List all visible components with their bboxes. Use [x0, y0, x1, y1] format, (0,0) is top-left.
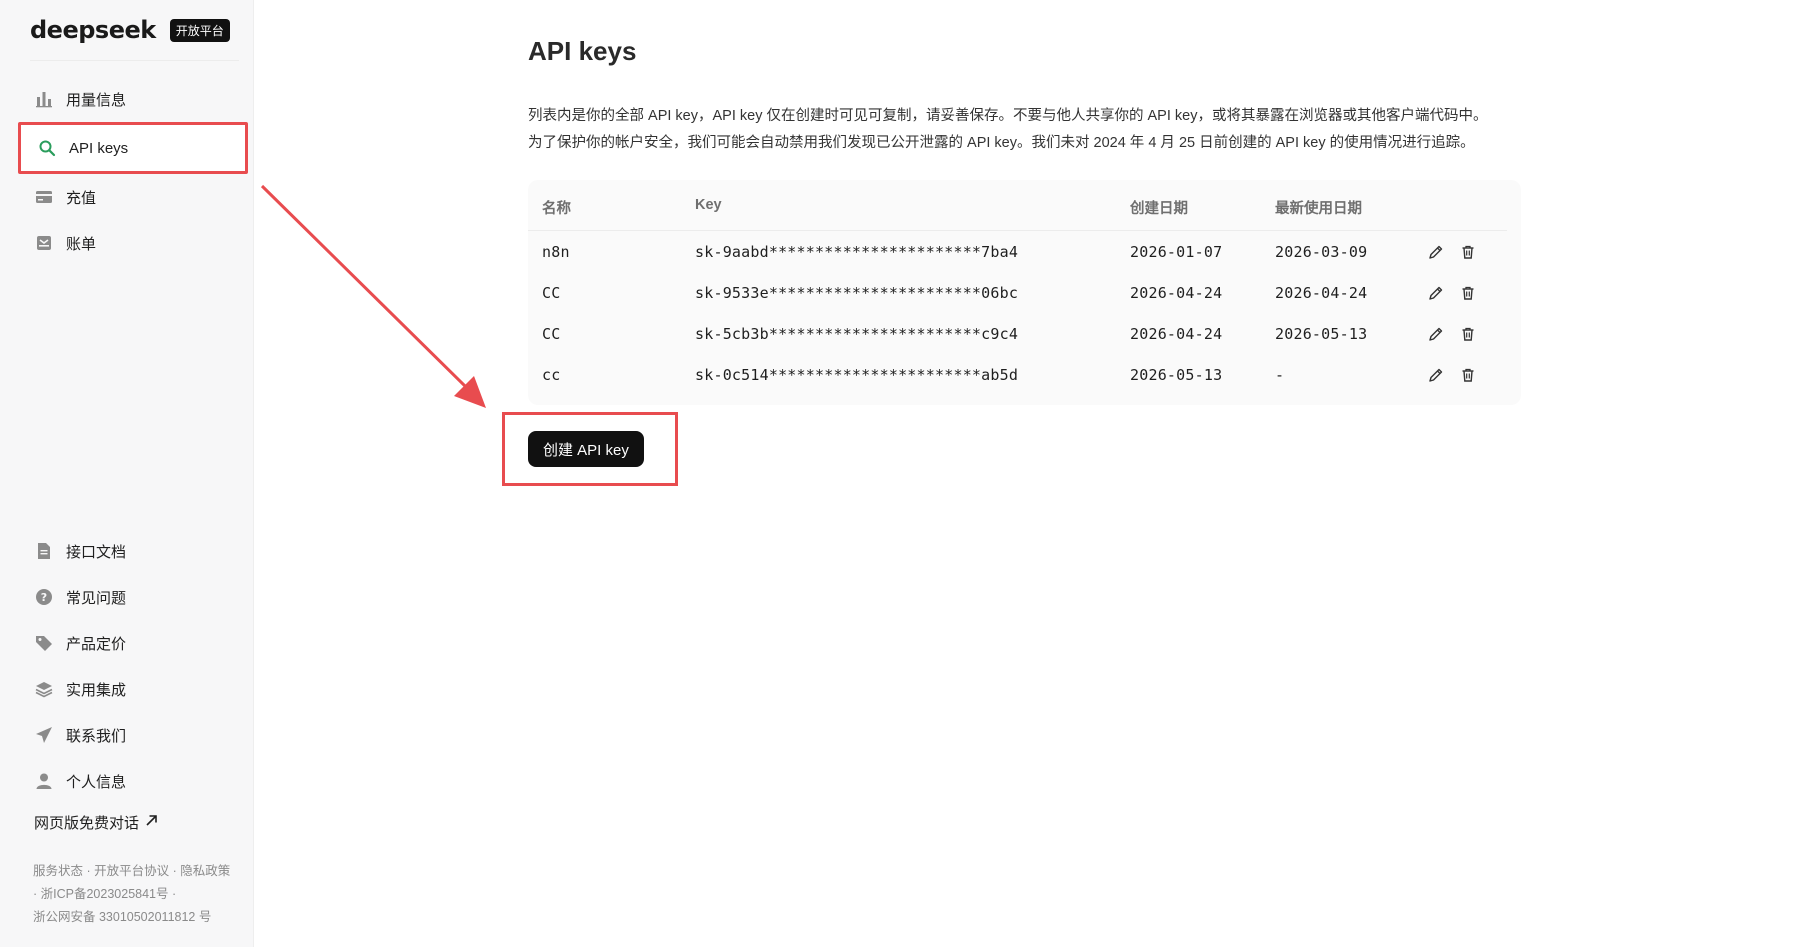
table-row: cc sk-0c514***********************ab5d 2…: [528, 355, 1521, 396]
bill-icon: [34, 233, 54, 253]
api-keys-table: 名称 Key 创建日期 最新使用日期 n8n sk-9aabd*********…: [528, 180, 1521, 405]
sidebar-item-label: 实用集成: [66, 681, 127, 699]
sidebar-item-label: 个人信息: [66, 773, 127, 791]
brand-divider: [30, 60, 239, 61]
key-name: n8n: [542, 243, 570, 261]
last-used-date: 2026-03-09: [1275, 243, 1368, 261]
key-value: sk-9aabd***********************7ba4: [695, 243, 1019, 261]
created-date: 2026-01-07: [1130, 243, 1223, 261]
trash-icon[interactable]: [1459, 325, 1477, 343]
svg-text:?: ?: [41, 591, 47, 604]
sidebar-item-label: 充值: [66, 189, 97, 207]
key-value: sk-9533e***********************06bc: [695, 284, 1019, 302]
user-icon: [34, 771, 54, 791]
privacy-link[interactable]: 隐私政策: [180, 864, 230, 878]
sidebar-nav-top: 用量信息 API keys 充值 账单: [18, 76, 248, 266]
sidebar: deepseek 开放平台 用量信息 API keys 充值 账单 接口文档 ?…: [0, 0, 254, 947]
web-chat-label: 网页版免费对话: [34, 815, 140, 832]
sidebar-item-label: 常见问题: [66, 589, 127, 607]
page-description: 列表内是你的全部 API key，API key 仅在创建时可见可复制，请妥善保…: [528, 103, 1528, 157]
key-name: CC: [542, 284, 561, 302]
document-icon: [34, 541, 54, 561]
edit-icon[interactable]: [1427, 325, 1445, 343]
description-line: 为了保护你的帐户安全，我们可能会自动禁用我们发现已公开泄露的 API key。我…: [528, 135, 1475, 151]
sidebar-item-label: API keys: [69, 139, 129, 157]
table-row: CC sk-9533e***********************06bc 2…: [528, 273, 1521, 314]
sidebar-item-faq[interactable]: ? 常见问题: [18, 574, 248, 620]
created-date: 2026-04-24: [1130, 284, 1223, 302]
sidebar-item-integrations[interactable]: 实用集成: [18, 666, 248, 712]
last-used-date: -: [1275, 366, 1285, 384]
sidebar-item-pricing[interactable]: 产品定价: [18, 620, 248, 666]
question-icon: ?: [34, 587, 54, 607]
sidebar-item-recharge[interactable]: 充值: [18, 174, 248, 220]
tag-icon: [34, 633, 54, 653]
edit-icon[interactable]: [1427, 366, 1445, 384]
column-header-created: 创建日期: [1130, 201, 1188, 217]
column-header-key: Key: [695, 197, 722, 213]
key-name: CC: [542, 325, 561, 343]
trash-icon[interactable]: [1459, 243, 1477, 261]
sidebar-item-label: 账单: [66, 235, 97, 253]
description-line: 列表内是你的全部 API key，API key 仅在创建时可见可复制，请妥善保…: [528, 108, 1488, 124]
key-value: sk-0c514***********************ab5d: [695, 366, 1019, 384]
sidebar-item-api-keys[interactable]: API keys: [18, 122, 248, 174]
external-link-icon: [145, 814, 158, 831]
footer-links: 服务状态 · 开放平台协议 · 隐私政策 · 浙ICP备2023025841号 …: [33, 864, 231, 924]
created-date: 2026-04-24: [1130, 325, 1223, 343]
create-api-key-button[interactable]: 创建 API key: [528, 431, 644, 467]
sidebar-item-docs[interactable]: 接口文档: [18, 528, 248, 574]
column-header-name: 名称: [542, 201, 571, 217]
send-icon: [34, 725, 54, 745]
card-icon: [34, 187, 54, 207]
table-header: 名称 Key 创建日期 最新使用日期: [528, 180, 1507, 231]
sidebar-item-profile[interactable]: 个人信息: [18, 758, 248, 804]
sidebar-nav-bottom: 接口文档 ? 常见问题 产品定价 实用集成 联系我们 个人信息: [18, 528, 248, 804]
table-row: CC sk-5cb3b***********************c9c4 2…: [528, 314, 1521, 355]
edit-icon[interactable]: [1427, 243, 1445, 261]
web-chat-link[interactable]: 网页版免费对话: [34, 812, 158, 833]
sidebar-item-billing[interactable]: 账单: [18, 220, 248, 266]
last-used-date: 2026-05-13: [1275, 325, 1368, 343]
trash-icon[interactable]: [1459, 284, 1477, 302]
bar-chart-icon: [34, 89, 54, 109]
created-date: 2026-05-13: [1130, 366, 1223, 384]
sidebar-item-label: 接口文档: [66, 543, 127, 561]
page-title: API keys: [528, 36, 637, 66]
key-value: sk-5cb3b***********************c9c4: [695, 325, 1019, 343]
police-record-link[interactable]: 浙公网安备 33010502011812 号: [33, 910, 211, 924]
trash-icon[interactable]: [1459, 366, 1477, 384]
last-used-date: 2026-04-24: [1275, 284, 1368, 302]
layers-icon: [34, 679, 54, 699]
brand[interactable]: deepseek 开放平台: [30, 14, 230, 46]
sidebar-item-label: 用量信息: [66, 91, 127, 109]
service-status-link[interactable]: 服务状态: [33, 864, 83, 878]
platform-badge: 开放平台: [169, 18, 230, 42]
sidebar-item-contact[interactable]: 联系我们: [18, 712, 248, 758]
agreement-link[interactable]: 开放平台协议: [94, 864, 169, 878]
sidebar-item-usage[interactable]: 用量信息: [18, 76, 248, 122]
search-icon: [37, 138, 57, 158]
icp-link[interactable]: 浙ICP备2023025841号: [41, 887, 169, 901]
column-header-last-used: 最新使用日期: [1275, 201, 1362, 217]
sidebar-item-label: 联系我们: [66, 727, 127, 745]
edit-icon[interactable]: [1427, 284, 1445, 302]
key-name: cc: [542, 366, 561, 384]
table-row: n8n sk-9aabd***********************7ba4 …: [528, 232, 1521, 273]
deepseek-logo: deepseek: [30, 16, 156, 44]
sidebar-item-label: 产品定价: [66, 635, 127, 653]
